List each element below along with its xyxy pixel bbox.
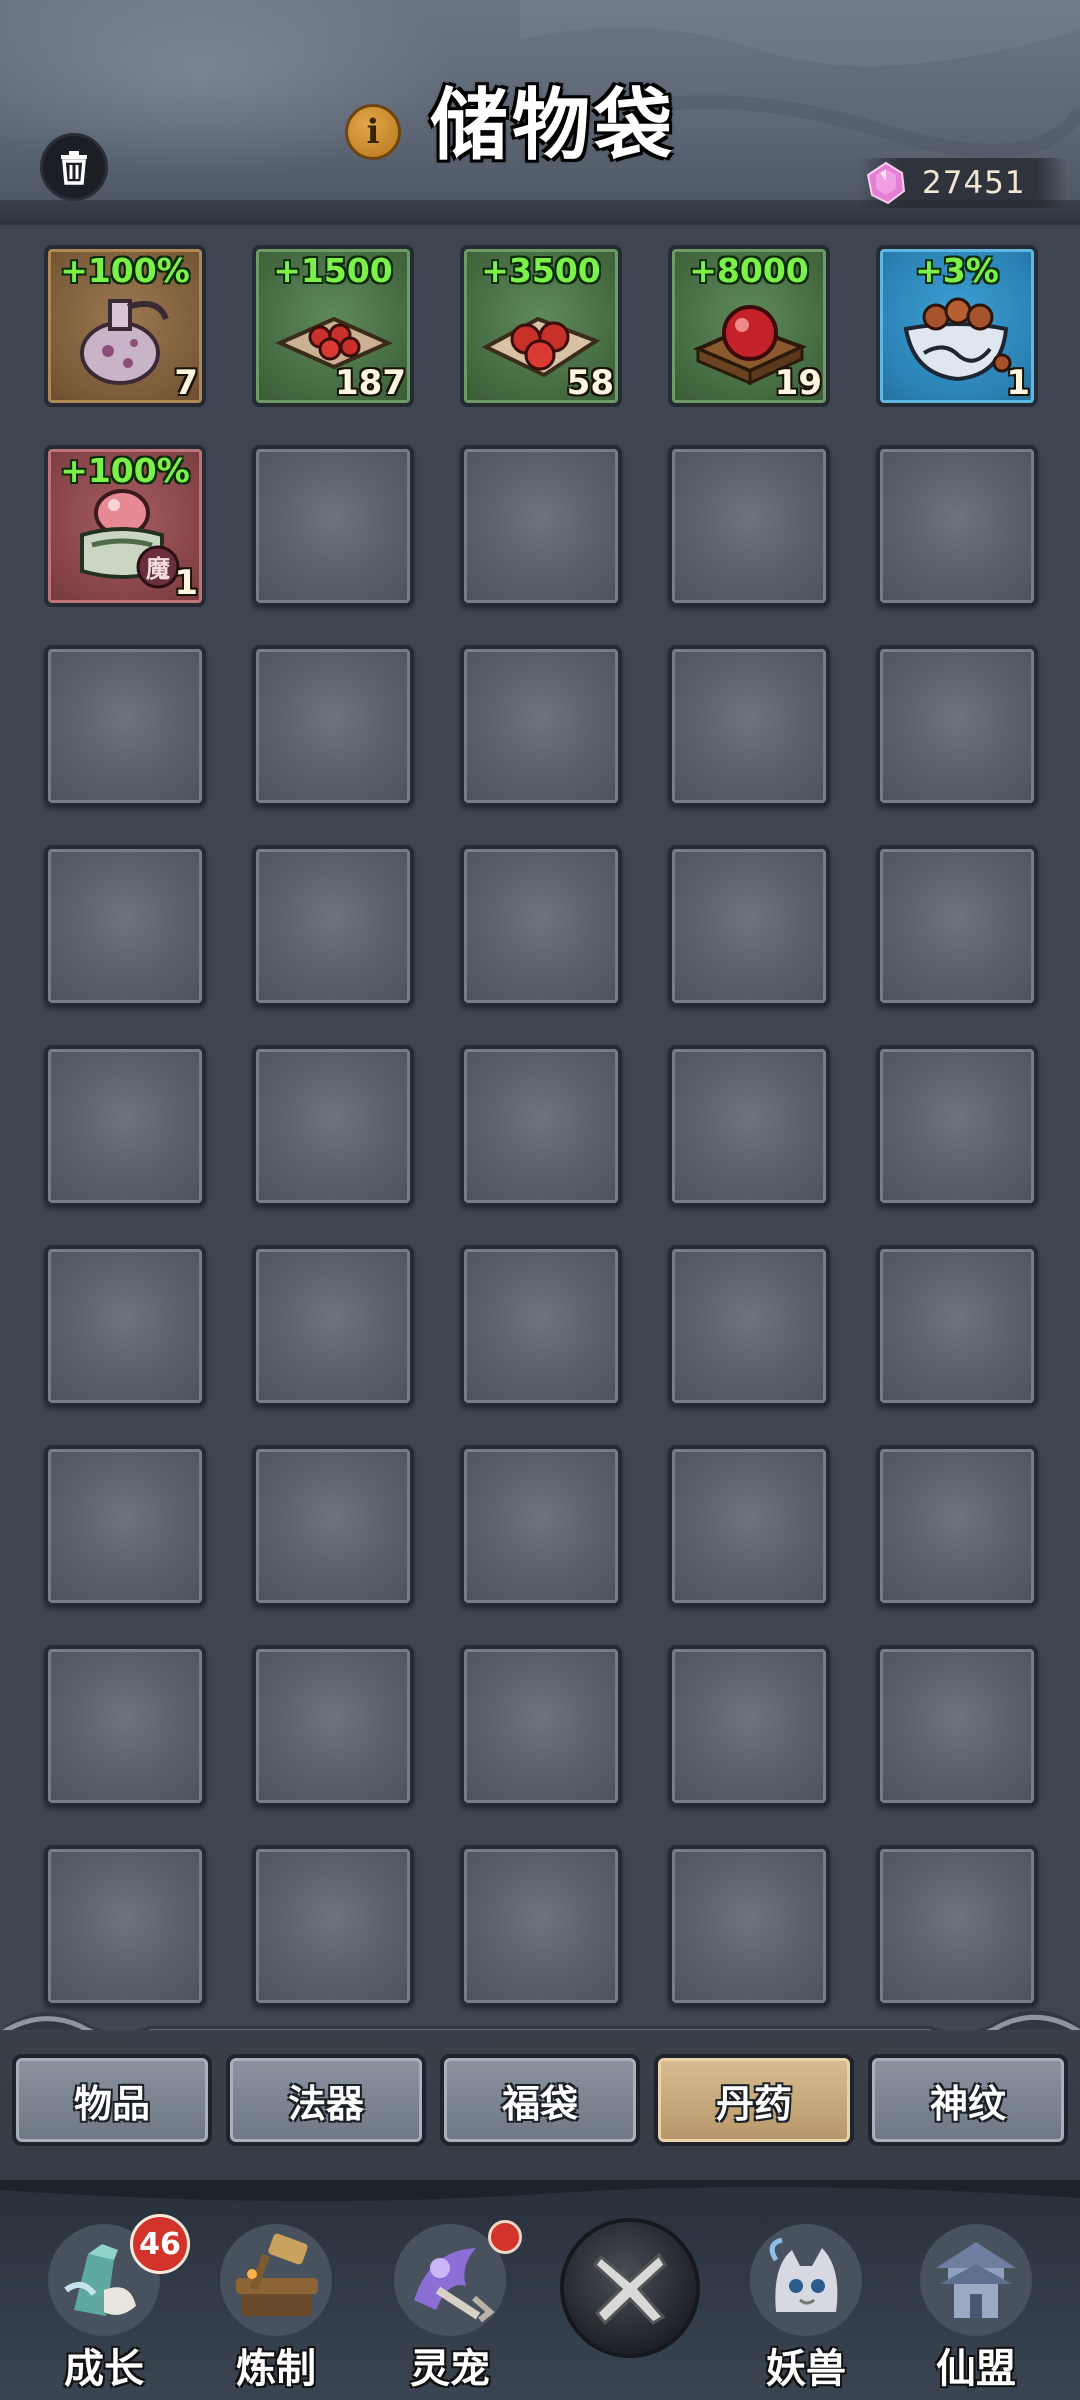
inventory-slot-empty[interactable] <box>252 1845 414 2007</box>
inventory-slot-empty[interactable] <box>668 645 830 807</box>
close-x-icon <box>592 2252 667 2326</box>
inventory-slot-item[interactable]: +3500 58 <box>460 245 622 407</box>
inventory-slot-empty[interactable] <box>44 1445 206 1607</box>
nav-label: 妖兽 <box>766 2346 846 2392</box>
inventory-slot-empty[interactable] <box>876 1645 1038 1807</box>
pink-gem-icon <box>866 161 906 205</box>
inventory-slot-item[interactable]: +100% 7 <box>44 245 206 407</box>
demon-tag: 魔 <box>146 555 170 583</box>
trash-icon <box>61 151 87 185</box>
inventory-slot-empty[interactable] <box>44 1845 206 2007</box>
inventory-slot-empty[interactable] <box>460 1245 622 1407</box>
nav-label: 成长 <box>64 2346 144 2392</box>
nav-label: 炼制 <box>236 2346 316 2392</box>
inventory-slot-empty[interactable] <box>668 1445 830 1607</box>
tab-artifacts[interactable]: 法器 <box>226 2054 426 2146</box>
item-count: 1 <box>1006 363 1030 403</box>
inventory-slot-empty[interactable] <box>668 445 830 607</box>
inventory-slot-empty[interactable] <box>44 1045 206 1207</box>
demon-beast-icon <box>750 2224 862 2336</box>
inventory-slot-empty[interactable] <box>668 845 830 1007</box>
immortal-alliance-icon <box>920 2224 1032 2336</box>
item-bonus: +3% <box>915 251 999 290</box>
trash-button[interactable] <box>40 133 108 201</box>
inventory-slot-empty[interactable] <box>876 1245 1038 1407</box>
close-button[interactable] <box>560 2218 700 2358</box>
tab-items[interactable]: 物品 <box>12 2054 212 2146</box>
inventory-slot-empty[interactable] <box>44 845 206 1007</box>
pill-bowl-icon <box>903 297 1012 382</box>
inventory-slot-empty[interactable] <box>44 1245 206 1407</box>
inventory-slot-empty[interactable] <box>44 645 206 807</box>
info-icon: i <box>366 112 380 152</box>
inventory-slot-empty[interactable] <box>252 1445 414 1607</box>
nav-label: 仙盟 <box>936 2346 1016 2392</box>
inventory-slot-empty[interactable] <box>876 1045 1038 1207</box>
item-bonus: +1500 <box>273 251 393 290</box>
forge-anvil-icon <box>220 2224 332 2336</box>
inventory-slot-empty[interactable] <box>252 1645 414 1807</box>
potion-vase-icon <box>80 299 169 385</box>
nav-immortal-alliance[interactable]: 仙盟 <box>906 2220 1046 2392</box>
inventory-slot-empty[interactable] <box>668 1045 830 1207</box>
item-count: 1 <box>174 563 198 603</box>
info-button[interactable]: i <box>345 104 401 160</box>
inventory-slot-empty[interactable] <box>460 1045 622 1207</box>
item-count: 187 <box>335 363 406 403</box>
item-count: 58 <box>566 363 614 403</box>
currency-display: 27451 <box>858 158 1068 208</box>
inventory-slot-empty[interactable] <box>252 845 414 1007</box>
inventory-slot-empty[interactable] <box>252 445 414 607</box>
inventory-slot-empty[interactable] <box>460 1645 622 1807</box>
nav-growth[interactable]: 46 成长 <box>34 2214 190 2392</box>
nav-spirit-pet[interactable]: 灵宠 <box>380 2220 522 2392</box>
inventory-slot-empty[interactable] <box>876 445 1038 607</box>
notification-dot <box>488 2220 522 2254</box>
item-bonus: +3500 <box>481 251 601 290</box>
inventory-slot-empty[interactable] <box>252 1045 414 1207</box>
inventory-slot-empty[interactable] <box>252 645 414 807</box>
inventory-slot-empty[interactable] <box>668 1845 830 2007</box>
item-count: 19 <box>774 363 822 403</box>
currency-value: 27451 <box>922 165 1026 201</box>
inventory-slot-item[interactable]: +3% 1 <box>876 245 1038 407</box>
inventory-slot-empty[interactable] <box>876 1445 1038 1607</box>
inventory-slot-empty[interactable] <box>460 445 622 607</box>
inventory-slot-item[interactable]: +8000 19 <box>668 245 830 407</box>
inventory-slot-empty[interactable] <box>668 1645 830 1807</box>
tab-lucky-bags[interactable]: 福袋 <box>440 2054 640 2146</box>
inventory-slot-empty[interactable] <box>876 1845 1038 2007</box>
inventory-slot-empty[interactable] <box>876 845 1038 1007</box>
tab-pills[interactable]: 丹药 <box>654 2054 854 2146</box>
inventory-slot-empty[interactable] <box>876 645 1038 807</box>
page-title: 储物袋 <box>430 80 677 171</box>
inventory-slot-empty[interactable] <box>668 1245 830 1407</box>
inventory-slot-empty[interactable] <box>252 1245 414 1407</box>
item-bonus: +100% <box>60 451 190 490</box>
notification-badge: 46 <box>130 2214 190 2274</box>
nav-forge[interactable]: 炼制 <box>206 2220 346 2392</box>
inventory-slot-empty[interactable] <box>44 1645 206 1807</box>
nav-label: 灵宠 <box>410 2346 490 2392</box>
demon-pill-jar-icon: 魔 <box>80 489 180 589</box>
tab-divine-runes[interactable]: 神纹 <box>868 2054 1068 2146</box>
item-count: 7 <box>174 363 198 403</box>
inventory-slot-empty[interactable] <box>460 1445 622 1607</box>
inventory-slot-empty[interactable] <box>460 645 622 807</box>
inventory-slot-item[interactable]: 魔 +100% 1 <box>44 445 206 607</box>
item-bonus: +8000 <box>689 251 809 290</box>
inventory-slot-item[interactable]: +1500 187 <box>252 245 414 407</box>
item-bonus: +100% <box>60 251 190 290</box>
inventory-slot-empty[interactable] <box>460 845 622 1007</box>
nav-demon-beast[interactable]: 妖兽 <box>736 2220 876 2392</box>
inventory-slot-empty[interactable] <box>460 1845 622 2007</box>
